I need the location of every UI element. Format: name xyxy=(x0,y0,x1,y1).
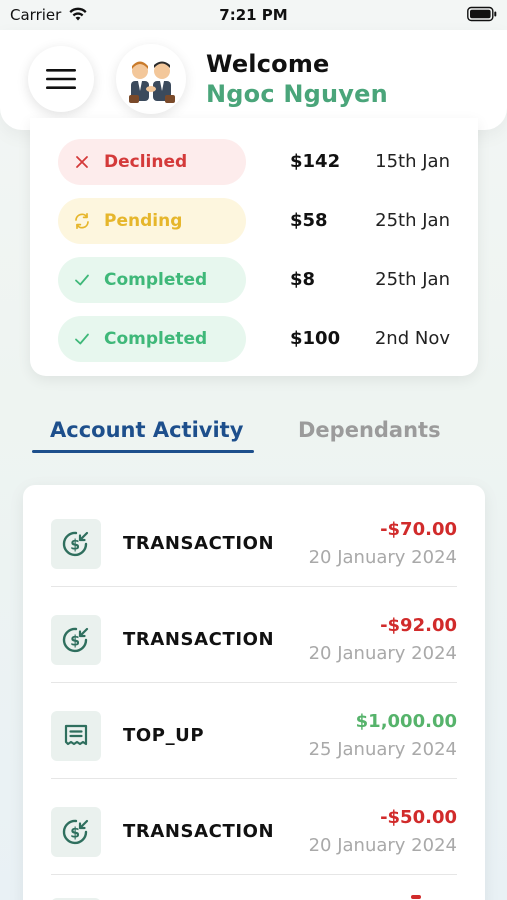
activity-type: TRANSACTION xyxy=(123,821,275,842)
svg-text:$: $ xyxy=(70,538,80,554)
status-label: Completed xyxy=(104,329,208,349)
activity-list: $ TRANSACTION -$70.00 20 January 2024 $ … xyxy=(23,485,485,900)
activity-icon-box xyxy=(51,711,101,761)
clock: 7:21 PM xyxy=(219,6,288,24)
activity-type: TRANSACTION xyxy=(123,629,275,650)
check-icon xyxy=(75,333,89,345)
status-label: Pending xyxy=(104,211,183,231)
tab-account-activity[interactable]: Account Activity xyxy=(50,418,243,442)
activity-date: 20 January 2024 xyxy=(308,547,457,568)
avatar[interactable] xyxy=(116,44,186,114)
activity-date: 20 January 2024 xyxy=(308,835,457,856)
check-icon xyxy=(75,274,89,286)
list-item[interactable]: $ TRANSACTION -$70.00 20 January 2024 xyxy=(23,491,485,587)
header: Welcome Ngoc Nguyen xyxy=(0,30,507,130)
tab-dependants[interactable]: Dependants xyxy=(298,418,441,442)
status-label: Declined xyxy=(104,152,188,172)
menu-button[interactable] xyxy=(28,46,94,112)
list-item[interactable]: TOP_UP $1,000.00 25 January 2024 xyxy=(23,683,485,779)
status-badge-completed: Completed xyxy=(58,257,246,303)
svg-text:$: $ xyxy=(70,826,80,842)
activity-amount: -$50.00 xyxy=(380,807,457,828)
welcome-title: Welcome xyxy=(206,50,330,78)
activity-amount-partial xyxy=(411,895,421,899)
activity-amount: -$92.00 xyxy=(380,615,457,636)
activity-icon-box: $ xyxy=(51,615,101,665)
activity-type: TRANSACTION xyxy=(123,533,275,554)
status-badge-pending: Pending xyxy=(58,198,246,244)
two-businessmen-avatar-icon xyxy=(129,61,175,103)
status-date: 15th Jan xyxy=(375,151,450,172)
activity-amount: -$70.00 xyxy=(380,519,457,540)
activity-icon-box: $ xyxy=(51,519,101,569)
activity-date: 20 January 2024 xyxy=(308,643,457,664)
hamburger-icon xyxy=(46,69,76,89)
status-amount: $100 xyxy=(290,328,341,349)
status-bar: Carrier 7:21 PM xyxy=(0,0,507,30)
status-row[interactable]: Completed $8 25th Jan xyxy=(30,257,478,303)
activity-date: 25 January 2024 xyxy=(308,739,457,760)
refresh-icon xyxy=(75,212,89,230)
activity-type: TOP_UP xyxy=(123,725,205,746)
status-date: 2nd Nov xyxy=(374,328,450,349)
status-row[interactable]: Declined $142 15th Jan xyxy=(30,139,478,185)
active-tab-indicator xyxy=(32,450,254,453)
dollar-incoming-icon: $ xyxy=(62,627,89,653)
status-label: Completed xyxy=(104,270,208,290)
receipt-icon xyxy=(64,724,88,746)
close-icon xyxy=(76,156,88,168)
dollar-incoming-icon: $ xyxy=(62,819,89,845)
activity-amount: $1,000.00 xyxy=(355,711,457,732)
status-amount: $142 xyxy=(290,151,341,172)
activity-icon-box: $ xyxy=(51,807,101,857)
user-name: Ngoc Nguyen xyxy=(206,80,388,108)
status-date: 25th Jan xyxy=(375,210,450,231)
status-row[interactable]: Pending $58 25th Jan xyxy=(30,198,478,244)
dollar-incoming-icon: $ xyxy=(62,531,89,557)
status-amount: $58 xyxy=(290,210,328,231)
payment-status-card: Declined $142 15th Jan Pending $58 25th … xyxy=(30,118,478,376)
svg-text:$: $ xyxy=(70,634,80,650)
status-badge-declined: Declined xyxy=(58,139,246,185)
status-amount: $8 xyxy=(290,269,316,290)
status-row[interactable]: Completed $100 2nd Nov xyxy=(30,316,478,362)
list-item[interactable]: $ TRANSACTION -$50.00 20 January 2024 xyxy=(23,779,485,875)
battery-icon xyxy=(467,6,497,22)
status-date: 25th Jan xyxy=(375,269,450,290)
divider xyxy=(51,874,457,875)
status-badge-completed: Completed xyxy=(58,316,246,362)
list-item[interactable]: $ TRANSACTION -$92.00 20 January 2024 xyxy=(23,587,485,683)
